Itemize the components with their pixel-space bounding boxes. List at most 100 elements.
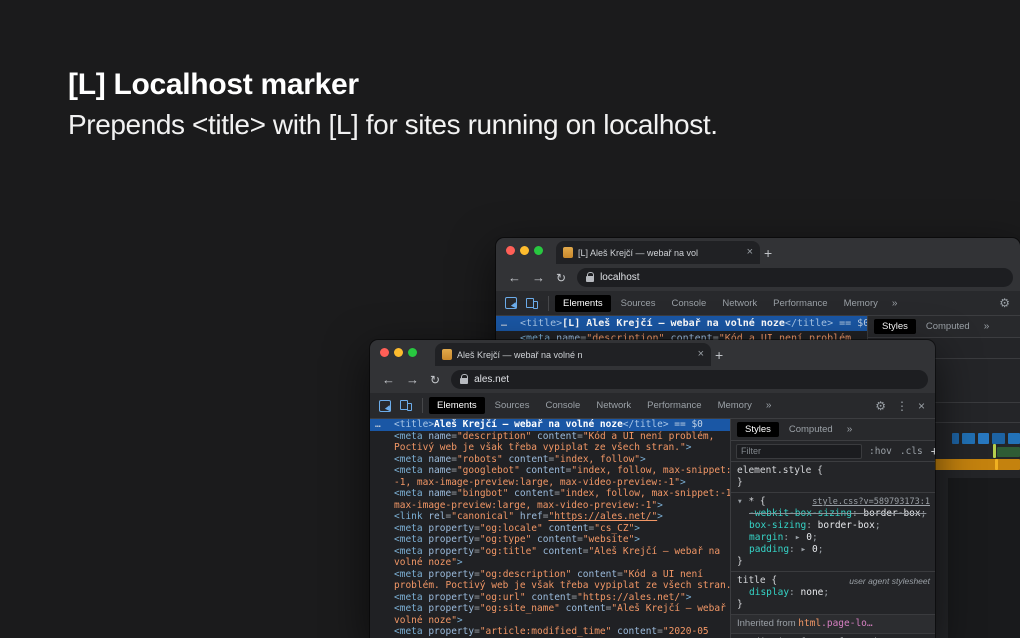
toggle-class-button[interactable]: .cls bbox=[900, 446, 923, 457]
code-gutter bbox=[370, 431, 394, 443]
dom-node[interactable]: problém. Poctivý web je však třeba vypip… bbox=[370, 580, 730, 592]
dom-node[interactable]: max-image-preview:large, max-video-previ… bbox=[370, 500, 730, 512]
tab-sources[interactable]: Sources bbox=[613, 295, 664, 312]
tab-performance[interactable]: Performance bbox=[765, 295, 835, 312]
minimize-window-button[interactable] bbox=[520, 246, 529, 255]
styles-filter-input[interactable] bbox=[736, 443, 862, 459]
style-declaration[interactable]: box-sizing: border-box; bbox=[731, 520, 935, 532]
style-declaration[interactable]: display: none; bbox=[731, 587, 935, 599]
style-declaration[interactable]: padding: ▸ 0; bbox=[731, 544, 935, 556]
reload-icon[interactable]: ↻ bbox=[430, 374, 440, 386]
tab-console[interactable]: Console bbox=[537, 397, 588, 414]
dom-node[interactable]: Poctivý web je však třeba vypiplat ze vš… bbox=[370, 442, 730, 454]
tabs-overflow-chevron-icon[interactable]: » bbox=[841, 424, 859, 435]
code-gutter bbox=[370, 442, 394, 454]
tab-performance[interactable]: Performance bbox=[639, 397, 709, 414]
forward-icon[interactable]: → bbox=[406, 373, 419, 386]
tab-memory[interactable]: Memory bbox=[836, 295, 886, 312]
dom-node[interactable]: -1, max-image-preview:large, max-video-p… bbox=[370, 477, 730, 489]
tab-close-icon[interactable]: × bbox=[747, 247, 753, 258]
devtools-tab-bar: Elements Sources Console Network Performance… bbox=[553, 294, 999, 312]
timeline-bar-blue bbox=[952, 433, 959, 444]
selected-dom-node[interactable]: … <title> [L] Aleš Krejčí — webař na volné… bbox=[496, 316, 867, 331]
dom-node[interactable]: <meta property = "og:site_name" content = "A… bbox=[370, 603, 730, 615]
navigation-bar: ← → ↻ ales.net bbox=[370, 366, 935, 393]
zoom-window-button[interactable] bbox=[534, 246, 543, 255]
code-gutter bbox=[370, 603, 394, 615]
stylesheet-source-link[interactable]: style.css?v=589793173:1 bbox=[812, 496, 935, 508]
traffic-lights bbox=[506, 246, 543, 255]
dom-node[interactable]: <meta property = "og:description" content =… bbox=[370, 569, 730, 581]
style-declaration[interactable]: margin: ▸ 0; bbox=[731, 532, 935, 544]
element-style-selector[interactable]: element.style { bbox=[731, 465, 935, 477]
tab-memory[interactable]: Memory bbox=[710, 397, 760, 414]
new-tab-button[interactable]: + bbox=[764, 245, 772, 261]
back-icon[interactable]: ← bbox=[508, 271, 521, 284]
dom-node[interactable]: volné noze" > bbox=[370, 557, 730, 569]
dom-node[interactable]: volné noze" > bbox=[370, 615, 730, 627]
lock-icon[interactable] bbox=[460, 374, 469, 384]
zoom-window-button[interactable] bbox=[408, 348, 417, 357]
dom-node[interactable]: <meta property = "og:locale" content = "cs_C… bbox=[370, 523, 730, 535]
tab-sources[interactable]: Sources bbox=[487, 397, 538, 414]
browser-tab[interactable]: Aleš Krejčí — webař na volné n × bbox=[435, 343, 711, 366]
tabs-overflow-chevron-icon[interactable]: » bbox=[886, 298, 904, 309]
code-gutter bbox=[370, 580, 394, 592]
dom-node[interactable]: <meta property = "og:title" content = "Aleš … bbox=[370, 546, 730, 558]
navigation-bar: ← → ↻ localhost bbox=[496, 264, 1020, 291]
tab-console[interactable]: Console bbox=[663, 295, 714, 312]
browser-tab[interactable]: [L] Aleš Krejčí — webař na vol × bbox=[556, 241, 760, 264]
tab-computed[interactable]: Computed bbox=[918, 319, 978, 334]
back-icon[interactable]: ← bbox=[382, 373, 395, 386]
code-gutter bbox=[370, 523, 394, 535]
device-toolbar-icon[interactable] bbox=[400, 400, 412, 411]
tabs-overflow-chevron-icon[interactable]: » bbox=[978, 321, 996, 332]
tab-styles[interactable]: Styles bbox=[874, 319, 916, 334]
tab-network[interactable]: Network bbox=[588, 397, 639, 414]
styles-filter-row: :hov .cls + ▾ bbox=[731, 441, 935, 462]
settings-gear-icon[interactable]: ⚙ bbox=[875, 400, 886, 412]
lock-icon[interactable] bbox=[586, 272, 595, 282]
tab-elements[interactable]: Elements bbox=[555, 294, 611, 312]
new-style-rule-button[interactable]: + bbox=[931, 444, 935, 458]
titlebar[interactable]: [L] Aleš Krejčí — webař na vol × + bbox=[496, 238, 1020, 264]
close-window-button[interactable] bbox=[506, 246, 515, 255]
url-bar[interactable]: localhost bbox=[577, 268, 1013, 287]
close-window-button[interactable] bbox=[380, 348, 389, 357]
inspect-element-icon[interactable] bbox=[379, 399, 391, 412]
tab-computed[interactable]: Computed bbox=[781, 422, 841, 437]
dom-node[interactable]: <meta property = "og:url" content = "https:/… bbox=[370, 592, 730, 604]
code-gutter bbox=[370, 534, 394, 546]
dom-node[interactable]: <meta property = "og:type" content = "websit… bbox=[370, 534, 730, 546]
tab-close-icon[interactable]: × bbox=[698, 349, 704, 360]
selected-dom-node[interactable]: … <title> Aleš Krejčí — webař na volné noz… bbox=[370, 419, 730, 431]
minimize-window-button[interactable] bbox=[394, 348, 403, 357]
forward-icon[interactable]: → bbox=[532, 271, 545, 284]
dom-node[interactable]: <link rel = "canonical" href = "https://ales… bbox=[370, 511, 730, 523]
dom-node[interactable]: <meta property = "article:modified_time" c… bbox=[370, 626, 730, 638]
tab-styles[interactable]: Styles bbox=[737, 422, 779, 437]
settings-gear-icon[interactable]: ⚙ bbox=[999, 297, 1010, 309]
style-rule-section: @media (prefers-color-scheme: bbox=[731, 634, 935, 638]
device-toolbar-icon[interactable] bbox=[526, 297, 538, 309]
inspect-element-icon[interactable] bbox=[505, 297, 517, 309]
dom-node[interactable]: <meta name = "bingbot" content = "index, fol… bbox=[370, 488, 730, 500]
devtools-close-icon[interactable]: × bbox=[918, 400, 925, 412]
dom-node[interactable]: <meta name = "robots" content = "index, foll… bbox=[370, 454, 730, 466]
more-options-icon[interactable]: ⋮ bbox=[896, 400, 908, 412]
rule-title-selector[interactable]: title {user agent stylesheet bbox=[731, 575, 935, 587]
dom-node[interactable]: <meta name = "googlebot" content = "index, f… bbox=[370, 465, 730, 477]
tabs-overflow-chevron-icon[interactable]: » bbox=[760, 400, 778, 411]
tab-elements[interactable]: Elements bbox=[429, 397, 485, 414]
rule-universal-selector[interactable]: ▾ * {style.css?v=589793173:1 bbox=[731, 496, 935, 508]
code-gutter bbox=[370, 557, 394, 569]
toggle-hover-state-button[interactable]: :hov bbox=[869, 446, 892, 457]
style-declaration[interactable]: -webkit-box-sizing: border-box; bbox=[731, 508, 935, 520]
reload-icon[interactable]: ↻ bbox=[556, 272, 566, 284]
titlebar[interactable]: Aleš Krejčí — webař na volné n × + bbox=[370, 340, 935, 366]
dom-node[interactable]: <meta name = "description" content = "Kód a … bbox=[370, 431, 730, 443]
new-tab-button[interactable]: + bbox=[715, 347, 723, 363]
url-bar[interactable]: ales.net bbox=[451, 370, 928, 389]
tab-network[interactable]: Network bbox=[714, 295, 765, 312]
tab-title: Aleš Krejčí — webař na volné n bbox=[457, 349, 583, 360]
